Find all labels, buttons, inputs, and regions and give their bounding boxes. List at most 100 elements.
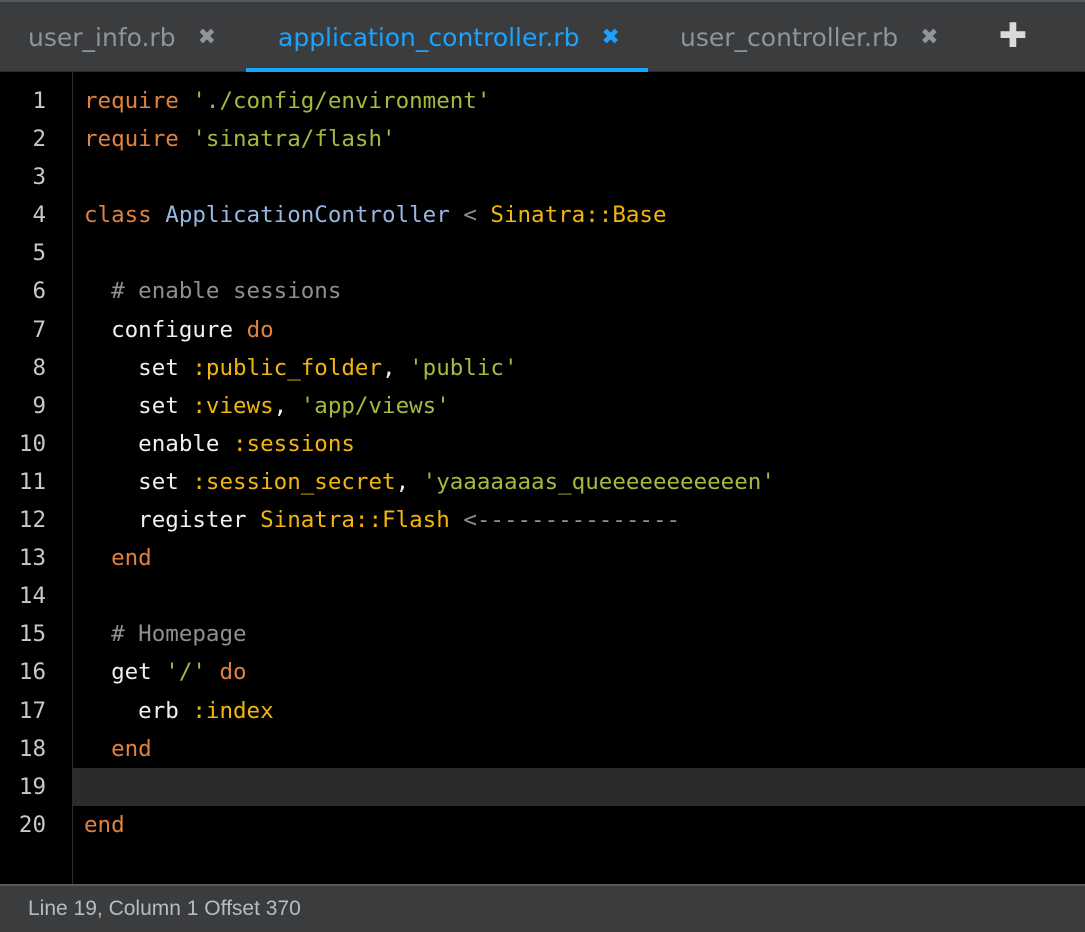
- tab-user-info[interactable]: user_info.rb ✖: [28, 2, 216, 72]
- line-number: 3: [32, 164, 46, 191]
- status-bar: Line 19, Column 1 Offset 370: [0, 884, 1085, 932]
- code-token: ,: [273, 392, 301, 419]
- code-token: set: [84, 354, 193, 381]
- code-text: class ApplicationController < Sinatra::B…: [84, 196, 667, 234]
- code-token: '/': [165, 659, 206, 686]
- code-line[interactable]: 14: [0, 577, 1085, 615]
- code-line[interactable]: 1 require './config/environment': [0, 82, 1085, 120]
- code-line[interactable]: 7 configure do: [0, 311, 1085, 349]
- code-line[interactable]: 15 # Homepage: [0, 615, 1085, 653]
- code-line[interactable]: 13 end: [0, 539, 1085, 577]
- code-token: do: [219, 659, 247, 686]
- code-text: # enable sessions: [84, 272, 341, 310]
- code-token: Sinatra::Flash: [260, 507, 450, 534]
- code-text: require 'sinatra/flash': [84, 120, 396, 158]
- code-line[interactable]: 17 erb :index: [0, 692, 1085, 730]
- code-line[interactable]: 2 require 'sinatra/flash': [0, 120, 1085, 158]
- code-line[interactable]: 9 set :views, 'app/views': [0, 387, 1085, 425]
- close-icon[interactable]: ✖: [198, 25, 216, 50]
- code-token: erb: [84, 697, 193, 724]
- code-token: :session_secret: [192, 468, 396, 495]
- code-token: :index: [192, 697, 274, 724]
- code-token: end: [84, 811, 125, 838]
- code-token: enable: [84, 430, 234, 457]
- code-line[interactable]: 20 end: [0, 806, 1085, 844]
- code-text: # Homepage: [84, 615, 247, 653]
- code-line[interactable]: 10 enable :sessions: [0, 425, 1085, 463]
- line-number: 12: [18, 507, 46, 534]
- line-number: 16: [18, 659, 46, 686]
- code-token: require: [84, 88, 179, 114]
- code-token: end: [111, 735, 152, 762]
- code-token: class: [84, 202, 152, 229]
- line-number: 10: [18, 430, 46, 457]
- code-text: set :session_secret, 'yaaaaaaas_queeeeee…: [84, 463, 775, 501]
- code-token: <: [463, 202, 477, 229]
- code-token: :public_folder: [192, 354, 383, 381]
- code-text: end: [84, 806, 125, 844]
- tab-label: user_info.rb: [28, 22, 176, 52]
- code-text: require './config/environment': [84, 82, 490, 120]
- code-token: require: [84, 126, 179, 153]
- code-area[interactable]: 1 require './config/environment' 2 require …: [0, 82, 1085, 844]
- code-token: 'app/views': [300, 392, 450, 419]
- code-token: :views: [192, 392, 274, 419]
- code-line[interactable]: 3: [0, 158, 1085, 196]
- code-line[interactable]: 11 set :session_secret, 'yaaaaaaas_queee…: [0, 463, 1085, 501]
- tab-user-controller[interactable]: user_controller.rb ✖: [680, 2, 939, 72]
- code-line[interactable]: 16 get '/' do: [0, 653, 1085, 691]
- code-text: enable :sessions: [84, 425, 355, 463]
- code-token: 'public': [409, 354, 518, 381]
- line-number: 11: [18, 468, 46, 495]
- line-number: 14: [18, 583, 46, 610]
- tab-application-controller[interactable]: application_controller.rb ✖: [278, 2, 620, 72]
- code-text: get '/' do: [84, 653, 247, 691]
- line-number: 18: [18, 735, 46, 762]
- code-line[interactable]: 6 # enable sessions: [0, 272, 1085, 310]
- code-text: erb :index: [84, 692, 274, 730]
- line-number: 8: [32, 354, 46, 381]
- code-token: <---------------: [463, 507, 681, 534]
- code-line[interactable]: 18 end: [0, 730, 1085, 768]
- code-editor: user_info.rb ✖ application_controller.rb…: [0, 0, 1085, 932]
- code-token: # Homepage: [111, 621, 247, 648]
- active-tab-indicator: [246, 68, 648, 72]
- code-line[interactable]: 5: [0, 234, 1085, 272]
- line-number: 1: [32, 88, 46, 114]
- code-line[interactable]: 12 register Sinatra::Flash <------------…: [0, 501, 1085, 539]
- code-token: get: [84, 659, 166, 686]
- code-text: end: [84, 730, 152, 768]
- code-text: set :views, 'app/views': [84, 387, 450, 425]
- line-number: 9: [32, 392, 46, 419]
- line-number: 5: [32, 240, 46, 267]
- code-token: ,: [395, 468, 423, 495]
- code-token: configure: [84, 316, 247, 343]
- plus-icon[interactable]: ✚: [998, 16, 1028, 56]
- code-token: ApplicationController: [165, 202, 450, 229]
- line-number: 2: [32, 126, 46, 153]
- code-line[interactable]: 4 class ApplicationController < Sinatra::…: [0, 196, 1085, 234]
- code-token: register: [84, 507, 261, 534]
- line-number: 6: [32, 278, 46, 305]
- code-token: './config/environment': [192, 88, 491, 114]
- code-token: 'yaaaaaaas_queeeeeeeeeeen': [422, 468, 775, 495]
- code-text: set :public_folder, 'public': [84, 349, 518, 387]
- line-number: 13: [18, 545, 46, 572]
- close-icon[interactable]: ✖: [601, 25, 619, 50]
- close-icon[interactable]: ✖: [920, 25, 938, 50]
- code-line[interactable]: 19: [0, 767, 1085, 806]
- code-token: set: [84, 392, 193, 419]
- code-token: # enable sessions: [111, 278, 342, 305]
- code-line[interactable]: 8 set :public_folder, 'public': [0, 349, 1085, 387]
- tab-label: user_controller.rb: [680, 22, 899, 52]
